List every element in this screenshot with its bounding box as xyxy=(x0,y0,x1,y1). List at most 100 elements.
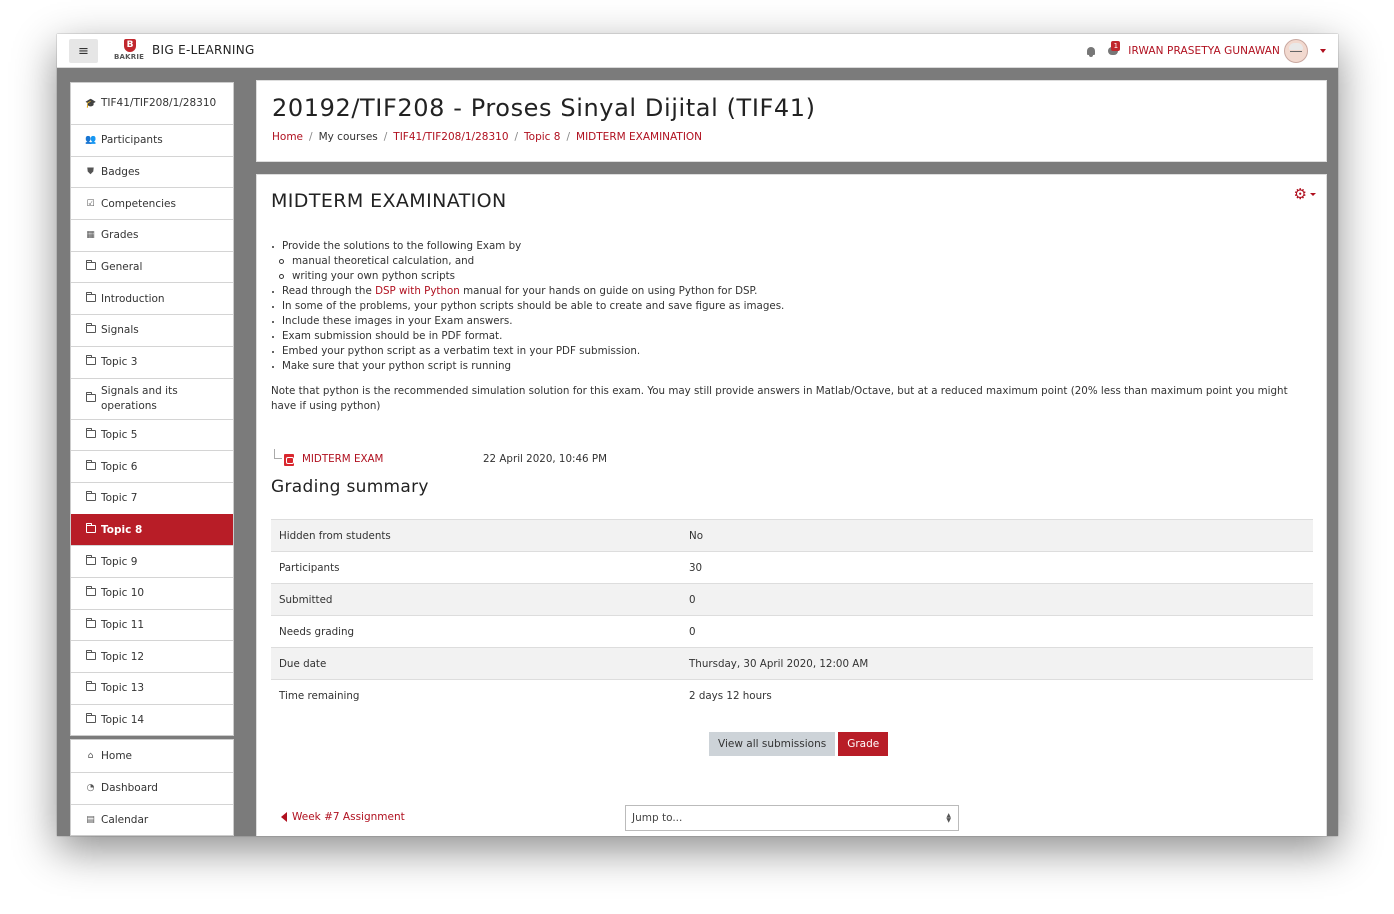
table-row: Due date Thursday, 30 April 2020, 12:00 A… xyxy=(271,647,1313,680)
sidebar-item-label: Home xyxy=(101,750,133,763)
sidebar-item-label: General xyxy=(101,261,143,274)
list-item: manual theoretical calculation, and xyxy=(271,254,1311,269)
sidebar-item-label: Topic 9 xyxy=(101,555,138,568)
summary-value: 0 xyxy=(681,615,1313,648)
caret-left-icon xyxy=(281,812,287,822)
folder-icon xyxy=(85,554,96,568)
summary-value: No xyxy=(681,519,1313,552)
sidebar-item-label: TIF41/TIF208/1/28310 xyxy=(101,97,217,109)
sidebar-item-topic-3[interactable]: Topic 3 xyxy=(71,345,233,378)
list-item: Make sure that your python script is run… xyxy=(271,359,1311,374)
folder-shape xyxy=(85,355,96,366)
sidebar-item-topic-12[interactable]: Topic 12 xyxy=(71,640,233,672)
sidebar-item-signals[interactable]: Signals xyxy=(71,314,233,346)
sidebar-item-topic-5[interactable]: Topic 5 xyxy=(71,418,233,451)
sidebar-item-badges[interactable]: ⛊ Badges xyxy=(71,155,233,188)
sidebar-item-signals-and-its-operations[interactable]: Signals and its operations xyxy=(71,377,233,419)
previous-activity-link[interactable]: Week #7 Assignment xyxy=(281,811,405,823)
university-logo[interactable]: B BAKRIE xyxy=(114,39,150,63)
sidebar-item-topic-8[interactable]: Topic 8 xyxy=(71,513,233,546)
breadcrumb-separator: / xyxy=(514,131,519,143)
user-name[interactable]: IRWAN PRASETYA GUNAWAN xyxy=(1128,45,1280,57)
sidebar-item-label: Dashboard xyxy=(101,782,158,795)
folder-icon xyxy=(85,391,96,405)
logo-text: BAKRIE xyxy=(114,53,145,61)
sidebar-item-topic-11[interactable]: Topic 11 xyxy=(71,608,233,641)
breadcrumb-item[interactable]: Topic 8 xyxy=(524,131,560,143)
graduation-cap-icon: 🎓 xyxy=(85,98,97,109)
sidebar-item-label: Introduction xyxy=(101,292,165,305)
page-title: 20192/TIF208 - Proses Sinyal Dijital (TI… xyxy=(272,94,816,122)
folder-icon xyxy=(85,260,96,273)
sidebar-item-home[interactable]: ⌂ Home xyxy=(71,740,233,772)
folder-shape xyxy=(85,291,96,302)
folder-shape xyxy=(85,459,96,470)
folder-shape xyxy=(85,554,96,565)
action-buttons: View all submissions Grade xyxy=(709,732,889,756)
gear-icon[interactable]: ⚙ xyxy=(1294,187,1307,202)
chevron-down-icon[interactable] xyxy=(1320,49,1326,53)
summary-value: 0 xyxy=(681,583,1313,616)
pdf-icon[interactable] xyxy=(284,454,294,466)
jump-to-select[interactable]: Jump to... ▲ ▼ xyxy=(625,805,959,831)
table-row: Hidden from students No xyxy=(271,519,1313,552)
site-nav-group: ⌂ Home ◔ Dashboard ▤ Calendar xyxy=(70,739,234,836)
folder-icon xyxy=(85,459,96,473)
folder-shape xyxy=(85,323,96,334)
breadcrumb-item: My courses xyxy=(318,131,378,143)
sidebar-item-topic-13[interactable]: Topic 13 xyxy=(71,672,233,704)
dsp-python-link[interactable]: DSP with Python xyxy=(375,285,460,297)
attachment-link[interactable]: MIDTERM EXAM xyxy=(302,453,383,465)
main-content: MIDTERM EXAMINATION ⚙ Provide the soluti… xyxy=(256,174,1327,836)
chat-icon[interactable]: 1 xyxy=(1108,41,1122,57)
bell-icon[interactable] xyxy=(1086,46,1096,57)
attachment-date: 22 April 2020, 10:46 PM xyxy=(483,453,607,465)
summary-value: 30 xyxy=(681,551,1313,584)
sidebar-item-topic-14[interactable]: Topic 14 xyxy=(71,703,233,736)
home-icon: ⌂ xyxy=(87,751,94,762)
list-item: Exam submission should be in PDF format. xyxy=(271,329,1311,344)
sidebar-item-topic-6[interactable]: Topic 6 xyxy=(71,450,233,482)
sidebar-item-label: Topic 12 xyxy=(101,650,145,663)
table-icon: ▦ xyxy=(86,230,95,241)
avatar[interactable] xyxy=(1284,39,1308,63)
sidebar-item-tif41-tif208-1-28310[interactable]: 🎓 TIF41/TIF208/1/28310 xyxy=(71,83,233,124)
sidebar-item-dashboard[interactable]: ◔ Dashboard xyxy=(71,772,233,804)
folder-icon xyxy=(85,617,96,631)
folder-icon xyxy=(85,522,96,536)
grading-summary-table: Hidden from students No Participants 30 Subm… xyxy=(271,519,1313,712)
folder-icon xyxy=(85,713,96,726)
folder-shape xyxy=(85,391,96,402)
sidebar-item-participants[interactable]: 👥 Participants xyxy=(71,124,233,156)
sidebar-item-general[interactable]: General xyxy=(71,250,233,283)
grade-button[interactable]: Grade xyxy=(838,732,889,756)
grading-summary-heading: Grading summary xyxy=(271,477,429,497)
sidebar-item-topic-7[interactable]: Topic 7 xyxy=(71,481,233,514)
view-all-submissions-button[interactable]: View all submissions xyxy=(709,732,836,756)
sidebar-item-competencies[interactable]: ☑ Competencies xyxy=(71,187,233,219)
breadcrumb-item[interactable]: Home xyxy=(272,131,303,143)
attachment-row: MIDTERM EXAM 22 April 2020, 10:46 PM xyxy=(271,449,771,468)
sidebar-item-label: Topic 5 xyxy=(101,428,138,441)
sidebar-item-introduction[interactable]: Introduction xyxy=(71,282,233,314)
breadcrumb-separator: / xyxy=(309,131,313,143)
table-row: Needs grading 0 xyxy=(271,615,1313,648)
breadcrumb-item[interactable]: MIDTERM EXAMINATION xyxy=(576,131,702,143)
sidebar-item-label: Signals and its operations xyxy=(101,384,178,412)
folder-shape xyxy=(85,427,96,438)
nav-drawer: 🎓 TIF41/TIF208/1/28310 👥 Participants ⛊ Badge… xyxy=(70,82,234,836)
sidebar-item-grades[interactable]: ▦ Grades xyxy=(71,219,233,251)
site-name[interactable]: BIG E-LEARNING xyxy=(152,43,255,57)
sidebar-item-label: Topic 13 xyxy=(101,682,145,695)
folder-shape xyxy=(85,522,96,533)
folder-icon xyxy=(85,586,96,599)
sidebar-item-calendar[interactable]: ▤ Calendar xyxy=(71,803,233,836)
hamburger-icon[interactable]: ≡ xyxy=(69,39,98,63)
settings-menu[interactable]: ⚙ xyxy=(1294,187,1316,202)
breadcrumb-item[interactable]: TIF41/TIF208/1/28310 xyxy=(393,131,508,143)
list-item: In some of the problems, your python scr… xyxy=(271,299,1311,314)
sidebar-item-topic-9[interactable]: Topic 9 xyxy=(71,545,233,577)
sidebar-item-label: Topic 10 xyxy=(101,587,145,600)
table-row: Participants 30 xyxy=(271,551,1313,584)
sidebar-item-topic-10[interactable]: Topic 10 xyxy=(71,576,233,609)
